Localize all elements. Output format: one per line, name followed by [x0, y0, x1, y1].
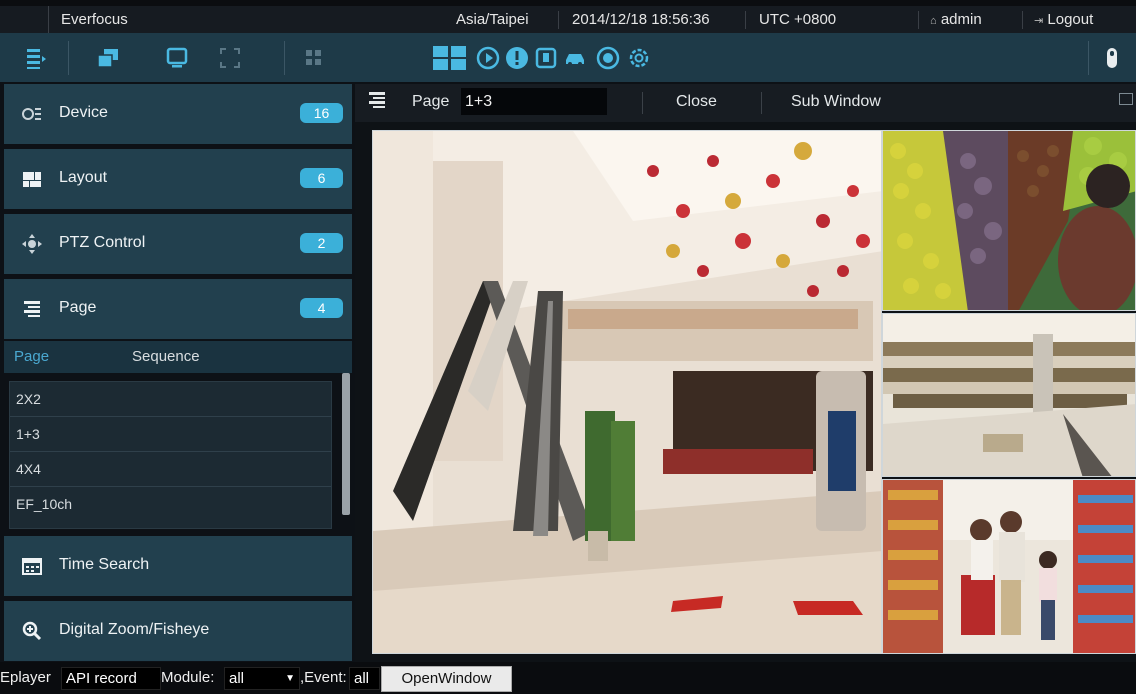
page-name-field[interactable]: 1+3	[461, 88, 607, 115]
datetime-label: 2014/12/18 18:56:36	[572, 11, 710, 28]
section-label: Time Search	[59, 556, 150, 573]
section-label: PTZ Control	[59, 234, 146, 251]
sidebar-section-device[interactable]: Device 16	[4, 84, 352, 144]
page-list-icon[interactable]	[367, 90, 387, 115]
monitor-icon[interactable]	[165, 46, 189, 70]
disk-icon[interactable]	[596, 46, 620, 70]
page-list-icon	[22, 299, 42, 319]
count-badge: 16	[300, 103, 343, 123]
section-label: Page	[59, 299, 97, 316]
chevron-down-icon: ▼	[285, 673, 295, 684]
sidebar-section-ptz[interactable]: PTZ Control 2	[4, 214, 352, 274]
app-window: Everfocus Asia/Taipei 2014/12/18 18:56:3…	[0, 0, 1136, 694]
divider	[1022, 11, 1023, 29]
module-select-value: all	[229, 670, 245, 687]
utc-label: UTC +0800	[759, 11, 837, 28]
player-label: Eplayer	[0, 669, 51, 686]
sidebar: Device 16 Layout 6 PTZ Control 2 Page 4 …	[0, 84, 353, 662]
ptz-icon	[22, 234, 42, 254]
brand-name: Everfocus	[48, 6, 128, 33]
user-menu[interactable]: ⌂ admin	[930, 6, 982, 35]
toolbar-divider	[1088, 41, 1089, 75]
list-item[interactable]: EF_10ch	[10, 487, 331, 522]
section-label: Device	[59, 104, 108, 121]
section-label: Digital Zoom/Fisheye	[59, 621, 210, 638]
open-window-button[interactable]: OpenWindow	[381, 666, 512, 692]
supermarket-image	[883, 480, 1135, 653]
sidebar-section-layout[interactable]: Layout 6	[4, 149, 352, 209]
toolbar-divider	[68, 41, 69, 75]
api-select[interactable]: API record	[61, 667, 161, 690]
export-icon[interactable]	[534, 46, 558, 70]
logout-icon: ⇥	[1034, 15, 1044, 27]
count-badge: 4	[300, 298, 343, 318]
module-select[interactable]: all ▼	[224, 667, 300, 690]
device-icon	[22, 104, 42, 124]
tab-sequence[interactable]: Sequence	[132, 341, 200, 373]
bottom-bar: Eplayer API record Module: all ▼ ,Event: …	[0, 662, 1136, 694]
camera-view-4[interactable]	[882, 479, 1136, 654]
list-item[interactable]: 1+3	[10, 417, 331, 452]
fullscreen-icon[interactable]	[218, 46, 242, 70]
sidebar-section-digital-zoom[interactable]: Digital Zoom/Fisheye	[4, 601, 352, 661]
list-item[interactable]: 4X4	[10, 452, 331, 487]
list-scrollbar[interactable]	[340, 373, 352, 531]
main-toolbar	[0, 33, 1136, 83]
windows-icon[interactable]	[96, 46, 120, 70]
view-toolbar: Page 1+3 Close Sub Window	[355, 84, 1136, 122]
camera-view-1[interactable]	[372, 130, 882, 654]
alarm-icon[interactable]	[505, 46, 529, 70]
user-name: admin	[940, 11, 982, 28]
divider	[918, 11, 919, 29]
zoom-icon	[22, 621, 42, 641]
vehicle-icon[interactable]	[563, 46, 587, 70]
sub-window-button[interactable]: Sub Window	[791, 84, 881, 120]
settings-icon[interactable]	[627, 46, 651, 70]
sidebar-section-page[interactable]: Page 4	[4, 279, 352, 339]
lock-icon[interactable]	[1100, 46, 1124, 70]
list-item[interactable]: 2X2	[10, 382, 331, 417]
page-label: Page	[412, 93, 450, 110]
layout-icon[interactable]	[432, 46, 468, 70]
camera-view-2[interactable]	[882, 130, 1136, 311]
restore-icon[interactable]	[1119, 93, 1133, 105]
event-select[interactable]: all	[349, 667, 380, 690]
page-subtabs: Page Sequence	[4, 341, 352, 373]
layout-icon	[22, 169, 42, 189]
module-label: Module:	[161, 669, 215, 686]
menu-icon[interactable]	[24, 46, 48, 70]
count-badge: 2	[300, 233, 343, 253]
count-badge: 6	[300, 168, 343, 188]
logout-label: Logout	[1047, 11, 1094, 28]
user-icon: ⌂	[930, 15, 937, 27]
toolbar-divider	[284, 41, 285, 75]
fruit-market-image	[883, 131, 1135, 310]
divider	[745, 11, 746, 29]
sidebar-section-time-search[interactable]: Time Search	[4, 536, 352, 596]
calendar-icon	[22, 556, 42, 576]
mall-overview-image	[883, 314, 1135, 476]
event-label: ,Event:	[300, 669, 347, 686]
scrollbar-thumb[interactable]	[342, 373, 350, 515]
close-button[interactable]: Close	[676, 84, 717, 120]
divider	[558, 11, 559, 29]
event-select-value: all	[354, 670, 370, 687]
divider	[642, 92, 643, 114]
logout-button[interactable]: ⇥ Logout	[1034, 6, 1093, 35]
camera-view-3[interactable]	[882, 313, 1136, 477]
grid-icon[interactable]	[302, 46, 326, 70]
divider	[761, 92, 762, 114]
live-view-panel: Page 1+3 Close Sub Window	[355, 84, 1136, 662]
mall-atrium-image	[373, 131, 881, 653]
api-select-value: API record	[66, 670, 137, 687]
tab-page[interactable]: Page	[14, 341, 49, 373]
page-list: 2X2 1+3 4X4 EF_10ch	[4, 373, 352, 531]
playback-icon[interactable]	[476, 46, 500, 70]
timezone-label: Asia/Taipei	[456, 11, 529, 28]
section-label: Layout	[59, 169, 108, 186]
top-bar: Everfocus Asia/Taipei 2014/12/18 18:56:3…	[0, 0, 1136, 33]
